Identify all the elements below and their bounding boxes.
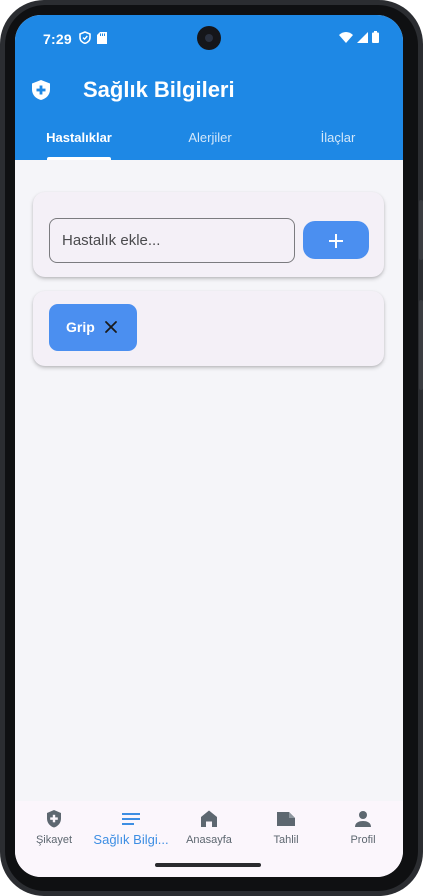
tab-bar: Hastalıklar Alerjiler İlaçlar [15,123,403,160]
nav-complaint-label: Şikayet [35,834,73,846]
person-icon [355,811,371,827]
tab-allergies[interactable]: Alerjiler [168,130,252,145]
signal-icon [357,31,368,43]
nav-home-label: Anasayfa [186,834,232,846]
disease-chip: Grip [49,304,137,351]
nav-lab-results-label: Tahlil [273,834,299,846]
phone-frame: 7:29 Sağlık Bilgileri Hastalıklar Alerji… [0,0,423,896]
front-camera [197,26,221,50]
disease-chip-label: Grip [66,319,95,335]
status-time: 7:29 [43,31,72,47]
power-button [419,200,423,260]
health-shield-icon [32,80,50,100]
battery-icon [372,31,379,43]
add-disease-card [33,192,384,277]
page-title: Sağlık Bilgileri [83,77,235,102]
list-icon [122,813,140,825]
plus-icon [329,234,343,249]
close-icon[interactable] [103,319,119,335]
volume-button [419,300,423,390]
add-disease-button[interactable] [303,221,369,259]
sd-card-icon [97,31,107,44]
app-bar: 7:29 Sağlık Bilgileri Hastalıklar Alerji… [15,15,403,160]
disease-list-card: Grip [33,291,384,366]
label-icon [277,812,295,826]
status-bar: 7:29 [15,15,403,63]
shield-plus-icon [47,810,61,828]
wifi-icon [339,31,353,43]
shield-status-icon [79,31,91,44]
nav-lab-results[interactable]: Tahlil [247,809,325,859]
tab-medications[interactable]: İlaçlar [296,130,380,145]
disease-input[interactable] [49,218,295,263]
nav-profile[interactable]: Profil [324,809,402,859]
gesture-home-bar[interactable] [155,863,261,867]
nav-complaint[interactable]: Şikayet [15,809,93,859]
title-row: Sağlık Bilgileri [15,73,403,113]
nav-health-info-label: Sağlık Bilgi... [93,832,169,847]
active-tab-indicator [47,157,111,160]
nav-profile-label: Profil [350,834,376,846]
status-icons-left [73,31,107,44]
tab-diseases[interactable]: Hastalıklar [37,130,121,145]
home-icon [201,810,217,827]
status-icons-right [339,31,379,43]
nav-home[interactable]: Anasayfa [170,809,248,859]
screen: 7:29 Sağlık Bilgileri Hastalıklar Alerji… [15,15,403,877]
nav-health-info[interactable]: Sağlık Bilgi... [91,809,171,859]
